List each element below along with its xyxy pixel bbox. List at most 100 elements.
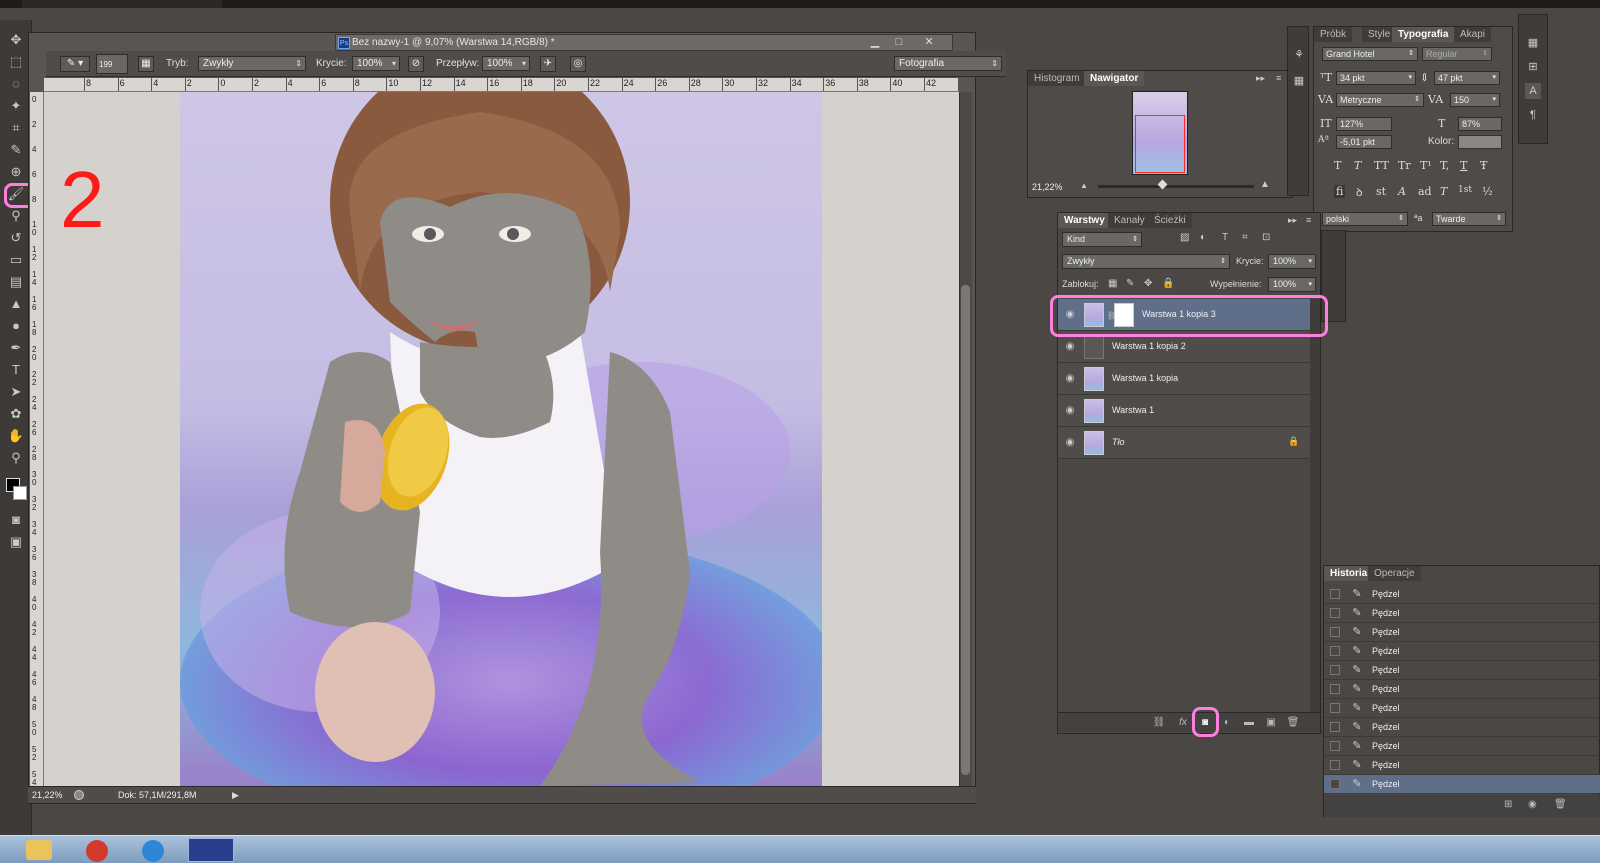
zoom-tool-icon[interactable]: ⚲	[6, 448, 26, 468]
filter-smart-icon[interactable]: ⊡	[1262, 232, 1270, 243]
new-group-icon[interactable]: ▬	[1242, 716, 1256, 730]
status-menu-arrow-icon[interactable]: ▶	[232, 790, 239, 801]
ordinals-button[interactable]: 1st	[1458, 185, 1472, 195]
crop-tool-icon[interactable]: ⌗	[6, 118, 26, 138]
history-row[interactable]: ✎ Pędzel	[1324, 661, 1600, 680]
brush-preset-icon[interactable]: ⚘	[1291, 47, 1307, 63]
filter-type-icon[interactable]: T	[1222, 232, 1228, 243]
eye-icon[interactable]: ◉	[1064, 405, 1076, 417]
horizontal-scale-field[interactable]: 87%	[1458, 117, 1502, 131]
superscript-button[interactable]: T¹	[1420, 159, 1432, 172]
history-row[interactable]: ✎ Pędzel	[1324, 699, 1600, 718]
eye-icon[interactable]: ◉	[1064, 373, 1076, 385]
navigator-zoom-slider[interactable]	[1098, 185, 1254, 188]
document-titlebar[interactable]: Ps Bez nazwy-1 @ 9,07% (Warstwa 14,RGB/8…	[335, 34, 953, 51]
tab-channels[interactable]: Kanały	[1108, 213, 1151, 228]
new-doc-from-state-icon[interactable]: ⊞	[1504, 799, 1512, 810]
gradient-tool-icon[interactable]: ▤	[6, 272, 26, 292]
character-panel-icon[interactable]: A	[1525, 83, 1541, 99]
background-color-swatch[interactable]	[13, 486, 27, 500]
layer-name[interactable]: Warstwa 1 kopia	[1112, 373, 1178, 383]
history-checkbox[interactable]	[1330, 646, 1340, 656]
history-row[interactable]: ✎ Pędzel	[1324, 585, 1600, 604]
layers-scrollbar[interactable]	[1310, 299, 1320, 719]
move-tool-icon[interactable]: ✥	[6, 30, 26, 50]
close-button[interactable]: ✕	[918, 36, 940, 49]
fractions-button[interactable]: ½	[1482, 185, 1493, 198]
pressure-size-icon[interactable]: ◎	[570, 56, 586, 72]
maximize-button[interactable]: □	[888, 36, 910, 49]
fill-field[interactable]: 100% ▾	[1268, 277, 1316, 292]
layer-name[interactable]: Warstwa 1	[1112, 405, 1154, 415]
blend-mode-select[interactable]: Zwykły ⇕	[1062, 254, 1230, 269]
blur-tool-icon[interactable]: ▲	[6, 294, 26, 314]
adjustment-layer-icon[interactable]: ◐	[1220, 716, 1234, 730]
titling-alt-button[interactable]: ad	[1418, 185, 1432, 198]
pressure-opacity-icon[interactable]: ⊘	[408, 56, 424, 72]
ligature-button[interactable]: fi	[1334, 185, 1346, 198]
lock-pixels-icon[interactable]: ✎	[1126, 278, 1134, 289]
clone-source-icon[interactable]: ▦	[1291, 73, 1307, 89]
history-checkbox[interactable]	[1330, 703, 1340, 713]
strikethrough-button[interactable]: Ŧ	[1480, 159, 1487, 172]
panel-menu-icon[interactable]: ≡	[1306, 215, 1311, 225]
ornaments-button[interactable]: T	[1440, 185, 1447, 198]
hand-tool-icon[interactable]: ✋	[6, 426, 26, 446]
eye-icon[interactable]: ◉	[1064, 341, 1076, 353]
airbrush-icon[interactable]: ✈	[540, 56, 556, 72]
zoom-out-icon[interactable]: ▲	[1080, 181, 1088, 190]
font-family-select[interactable]: Grand Hotel ⇕	[1322, 47, 1418, 61]
history-checkbox[interactable]	[1330, 779, 1340, 789]
minimize-button[interactable]: ▁	[864, 36, 886, 49]
tracking-field[interactable]: 150 ▾	[1450, 93, 1500, 107]
history-checkbox[interactable]	[1330, 589, 1340, 599]
panel-collapse-icon[interactable]: ▸▸	[1288, 215, 1297, 226]
faux-italic-button[interactable]: T	[1354, 159, 1361, 172]
underline-button[interactable]: T	[1460, 159, 1467, 172]
stylistic-alt-button[interactable]: A	[1398, 185, 1406, 198]
history-checkbox[interactable]	[1330, 722, 1340, 732]
navigator-zoom-value[interactable]: 21,22%	[1032, 182, 1063, 192]
layer-row[interactable]: ◉ Warstwa 1	[1058, 395, 1310, 427]
screen-mode-icon[interactable]: ▣	[6, 532, 26, 552]
status-info-icon[interactable]	[74, 790, 84, 800]
type-tool-icon[interactable]: T	[6, 360, 26, 380]
lock-transparency-icon[interactable]: ▦	[1108, 278, 1117, 289]
history-row[interactable]: ✎ Pędzel	[1324, 604, 1600, 623]
subscript-button[interactable]: T,	[1440, 159, 1449, 172]
tab-history[interactable]: Historia	[1324, 566, 1374, 581]
panel-collapse-icon[interactable]: ▸▸	[1256, 73, 1265, 84]
old-style-button[interactable]: ꝺ	[1356, 185, 1363, 200]
brush-panel-toggle-icon[interactable]: ▦	[138, 56, 154, 72]
tab-layers[interactable]: Warstwy	[1058, 213, 1111, 228]
kerning-select[interactable]: Metryczne ⇕	[1336, 93, 1424, 107]
layer-row[interactable]: ◉ Tło 🔒	[1058, 427, 1310, 459]
baseline-field[interactable]: -5,01 pkt	[1336, 135, 1392, 149]
browser-taskbar-icon[interactable]	[142, 840, 164, 862]
layer-name[interactable]: Warstwa 1 kopia 2	[1112, 341, 1186, 351]
layer-row[interactable]: ◉ Warstwa 1 kopia	[1058, 363, 1310, 395]
explorer-taskbar-icon[interactable]	[26, 840, 52, 860]
history-row[interactable]: ✎ Pędzel	[1324, 680, 1600, 699]
brush-size-field[interactable]: 199	[96, 54, 128, 74]
magic-wand-tool-icon[interactable]: ✦	[6, 96, 26, 116]
swash-button[interactable]: st	[1376, 185, 1386, 198]
layer-thumbnail[interactable]	[1084, 367, 1104, 391]
history-row[interactable]: ✎ Pędzel	[1324, 623, 1600, 642]
all-caps-button[interactable]: TT	[1374, 159, 1389, 172]
paragraph-panel-icon[interactable]: ¶	[1525, 107, 1541, 123]
layer-thumbnail[interactable]	[1084, 335, 1104, 359]
tab-histogram[interactable]: Histogram	[1028, 71, 1086, 86]
new-layer-icon[interactable]: ▣	[1264, 716, 1278, 730]
shape-tool-icon[interactable]: ✿	[6, 404, 26, 424]
history-checkbox[interactable]	[1330, 665, 1340, 675]
eraser-tool-icon[interactable]: ▭	[6, 250, 26, 270]
tab-typography[interactable]: Typografia	[1392, 27, 1455, 42]
vertical-scale-field[interactable]: 127%	[1336, 117, 1392, 131]
dodge-tool-icon[interactable]: ●	[6, 316, 26, 336]
navigator-view-box[interactable]	[1135, 115, 1185, 173]
history-brush-tool-icon[interactable]: ↺	[6, 228, 26, 248]
history-row[interactable]: ✎ Pędzel	[1324, 756, 1600, 775]
history-row[interactable]: ✎ Pędzel	[1324, 737, 1600, 756]
history-checkbox[interactable]	[1330, 741, 1340, 751]
